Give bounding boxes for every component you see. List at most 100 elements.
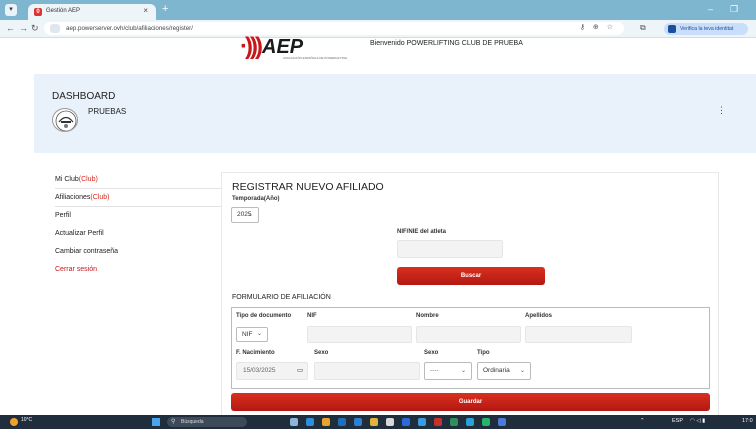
club-logo-icon xyxy=(55,110,77,131)
windows-taskbar: 10°C ⚲ Búsqueda ⌃ ESP ◠ ◁ ▮ 17:0 xyxy=(0,415,756,429)
extensions-icon[interactable]: ⧉ xyxy=(640,23,646,33)
restore-icon[interactable]: ❐ xyxy=(730,4,738,15)
birthdate-value: 15/03/2025 xyxy=(243,367,276,374)
birthdate-input[interactable]: 15/03/2025 ▭ xyxy=(236,362,308,380)
edge-icon[interactable] xyxy=(306,418,314,426)
word-icon[interactable] xyxy=(338,418,346,426)
forward-icon[interactable]: → xyxy=(19,23,28,33)
chevron-down-icon: ⌄ xyxy=(256,331,262,337)
nombre-label: Nombre xyxy=(416,313,439,319)
explorer-icon[interactable] xyxy=(354,418,362,426)
windows-start-icon[interactable] xyxy=(152,418,160,426)
welcome-text: Bienvenido POWERLIFTING CLUB DE PRUEBA xyxy=(370,40,523,47)
sidebar-item-mi-club[interactable]: Mi Club(Club) xyxy=(55,176,225,183)
browser-address-bar: ← → ↻ aep.powerserver.ovh/club/afiliacio… xyxy=(0,20,756,38)
url-input[interactable]: aep.powerserver.ovh/club/afiliaciones/re… xyxy=(44,22,624,35)
excel-icon[interactable] xyxy=(450,418,458,426)
minimize-icon[interactable]: – xyxy=(708,4,713,14)
teams-icon[interactable] xyxy=(418,418,426,426)
browser-tab[interactable]: 0 Gestión AEP × xyxy=(28,4,156,20)
sidebar-divider xyxy=(55,206,225,207)
settings-app-icon[interactable] xyxy=(466,418,474,426)
season-label: Temporada(Año) xyxy=(232,196,280,202)
nif-search-label: NIF/NIE del atleta xyxy=(397,229,447,235)
chevron-down-icon: ⌄ xyxy=(460,368,466,374)
aep-logo-mark-icon: ·))) xyxy=(240,33,263,60)
sidebar-divider xyxy=(55,188,225,189)
season-select[interactable]: 2025 ⌄ xyxy=(231,207,259,223)
sidebar-item-cambiar-contrasena[interactable]: Cambiar contraseña xyxy=(55,248,225,255)
verify-identity-button[interactable]: Verifica la teva identitat xyxy=(664,23,748,35)
weather-temp: 10°C xyxy=(21,417,33,423)
aep-logo-subtitle: ASOCIACIÓN ESPAÑOLA DE POWERLIFTING xyxy=(283,56,348,60)
site-info-icon[interactable] xyxy=(50,24,60,33)
browser-tab-bar: ▾ 0 Gestión AEP × + – ❐ xyxy=(0,0,756,20)
register-title: REGISTRAR NUEVO AFILIADO xyxy=(232,181,384,193)
taskbar-search-placeholder: Búsqueda xyxy=(181,419,204,425)
folder-icon[interactable] xyxy=(370,418,378,426)
url-tool-icons[interactable]: ⚷ ⊕ ☆ xyxy=(580,23,616,31)
doc-type-select[interactable]: NIF ⌄ xyxy=(236,327,268,342)
sexo-value: ---- xyxy=(430,367,439,374)
new-tab-button[interactable]: + xyxy=(162,3,168,15)
tipo-select[interactable]: Ordinaria ⌄ xyxy=(477,362,531,380)
sidebar-item-cerrar-sesion[interactable]: Cerrar sesión xyxy=(55,266,225,273)
chevron-down-icon: ⌄ xyxy=(247,212,253,218)
sidebar-item-perfil[interactable]: Perfil xyxy=(55,212,225,219)
verify-label: Verifica la teva identitat xyxy=(680,26,734,32)
sexo-label: Sexo xyxy=(314,350,329,356)
more-options-icon[interactable]: ⋮ xyxy=(717,105,726,116)
apellidos-input[interactable] xyxy=(525,326,632,343)
apellidos-label: Apellidos xyxy=(525,313,553,319)
chevron-down-icon: ⌄ xyxy=(519,368,525,374)
club-logo xyxy=(52,108,78,132)
whatsapp-icon[interactable] xyxy=(482,418,490,426)
language-indicator[interactable]: ESP xyxy=(672,418,683,424)
dashboard-banner: DASHBOARD PRUEBAS ⋮ xyxy=(34,74,756,153)
affiliation-form-title: FORMULARIO DE AFILIACIÓN xyxy=(232,294,331,301)
taskbar-search[interactable]: ⚲ Búsqueda xyxy=(167,417,247,427)
save-button[interactable]: Guardar xyxy=(231,393,710,411)
sidebar-item-label: Afiliaciones xyxy=(55,194,91,201)
clock[interactable]: 17:0 xyxy=(742,418,753,424)
tray-chevron-icon[interactable]: ⌃ xyxy=(640,418,645,424)
sexo-select[interactable]: ---- ⌄ xyxy=(424,362,472,380)
nif-input[interactable] xyxy=(307,326,412,343)
acrobat-icon[interactable] xyxy=(434,418,442,426)
notepad-icon[interactable] xyxy=(386,418,394,426)
sidebar-item-tag: (Club) xyxy=(78,176,98,183)
sidebar-item-tag: (Club) xyxy=(90,194,110,201)
tab-title: Gestión AEP xyxy=(46,8,81,14)
sidebar-item-label: Mi Club xyxy=(55,176,79,183)
tipo-value: Ordinaria xyxy=(483,367,510,374)
calendar-icon[interactable]: ▭ xyxy=(297,366,303,374)
nif-search-input[interactable] xyxy=(397,240,503,258)
sidebar-item-afiliaciones[interactable]: Afiliaciones(Club) xyxy=(55,194,225,201)
app-icon[interactable] xyxy=(498,418,506,426)
outlook-icon[interactable] xyxy=(402,418,410,426)
back-icon[interactable]: ← xyxy=(6,23,15,33)
sexo-input[interactable] xyxy=(314,362,420,380)
network-volume-icon[interactable]: ◠ ◁ ▮ xyxy=(690,418,705,424)
nombre-input[interactable] xyxy=(416,326,521,343)
tipo-label: Tipo xyxy=(477,350,490,356)
url-text: aep.powerserver.ovh/club/afiliaciones/re… xyxy=(66,25,193,32)
page-title: DASHBOARD xyxy=(52,91,116,102)
tab-menu-icon[interactable]: ▾ xyxy=(5,4,17,16)
tab-close-icon[interactable]: × xyxy=(143,6,148,15)
birthdate-label: F. Nacimiento xyxy=(236,350,275,356)
chrome-icon[interactable] xyxy=(322,418,330,426)
reload-icon[interactable]: ↻ xyxy=(31,23,39,34)
task-view-icon[interactable] xyxy=(290,418,298,426)
aep-favicon-icon: 0 xyxy=(34,8,42,16)
doc-type-label: Tipo de documento xyxy=(236,313,292,319)
search-button[interactable]: Buscar xyxy=(397,267,545,285)
sidebar-item-actualizar-perfil[interactable]: Actualizar Perfil xyxy=(55,230,225,237)
sexo-select-label: Sexo xyxy=(424,350,439,356)
nif-label: NIF xyxy=(307,313,317,319)
doc-type-value: NIF xyxy=(242,331,253,338)
weather-icon[interactable] xyxy=(10,418,18,426)
identity-icon xyxy=(668,25,676,33)
search-icon: ⚲ xyxy=(171,419,176,425)
club-name: PRUEBAS xyxy=(88,107,127,116)
